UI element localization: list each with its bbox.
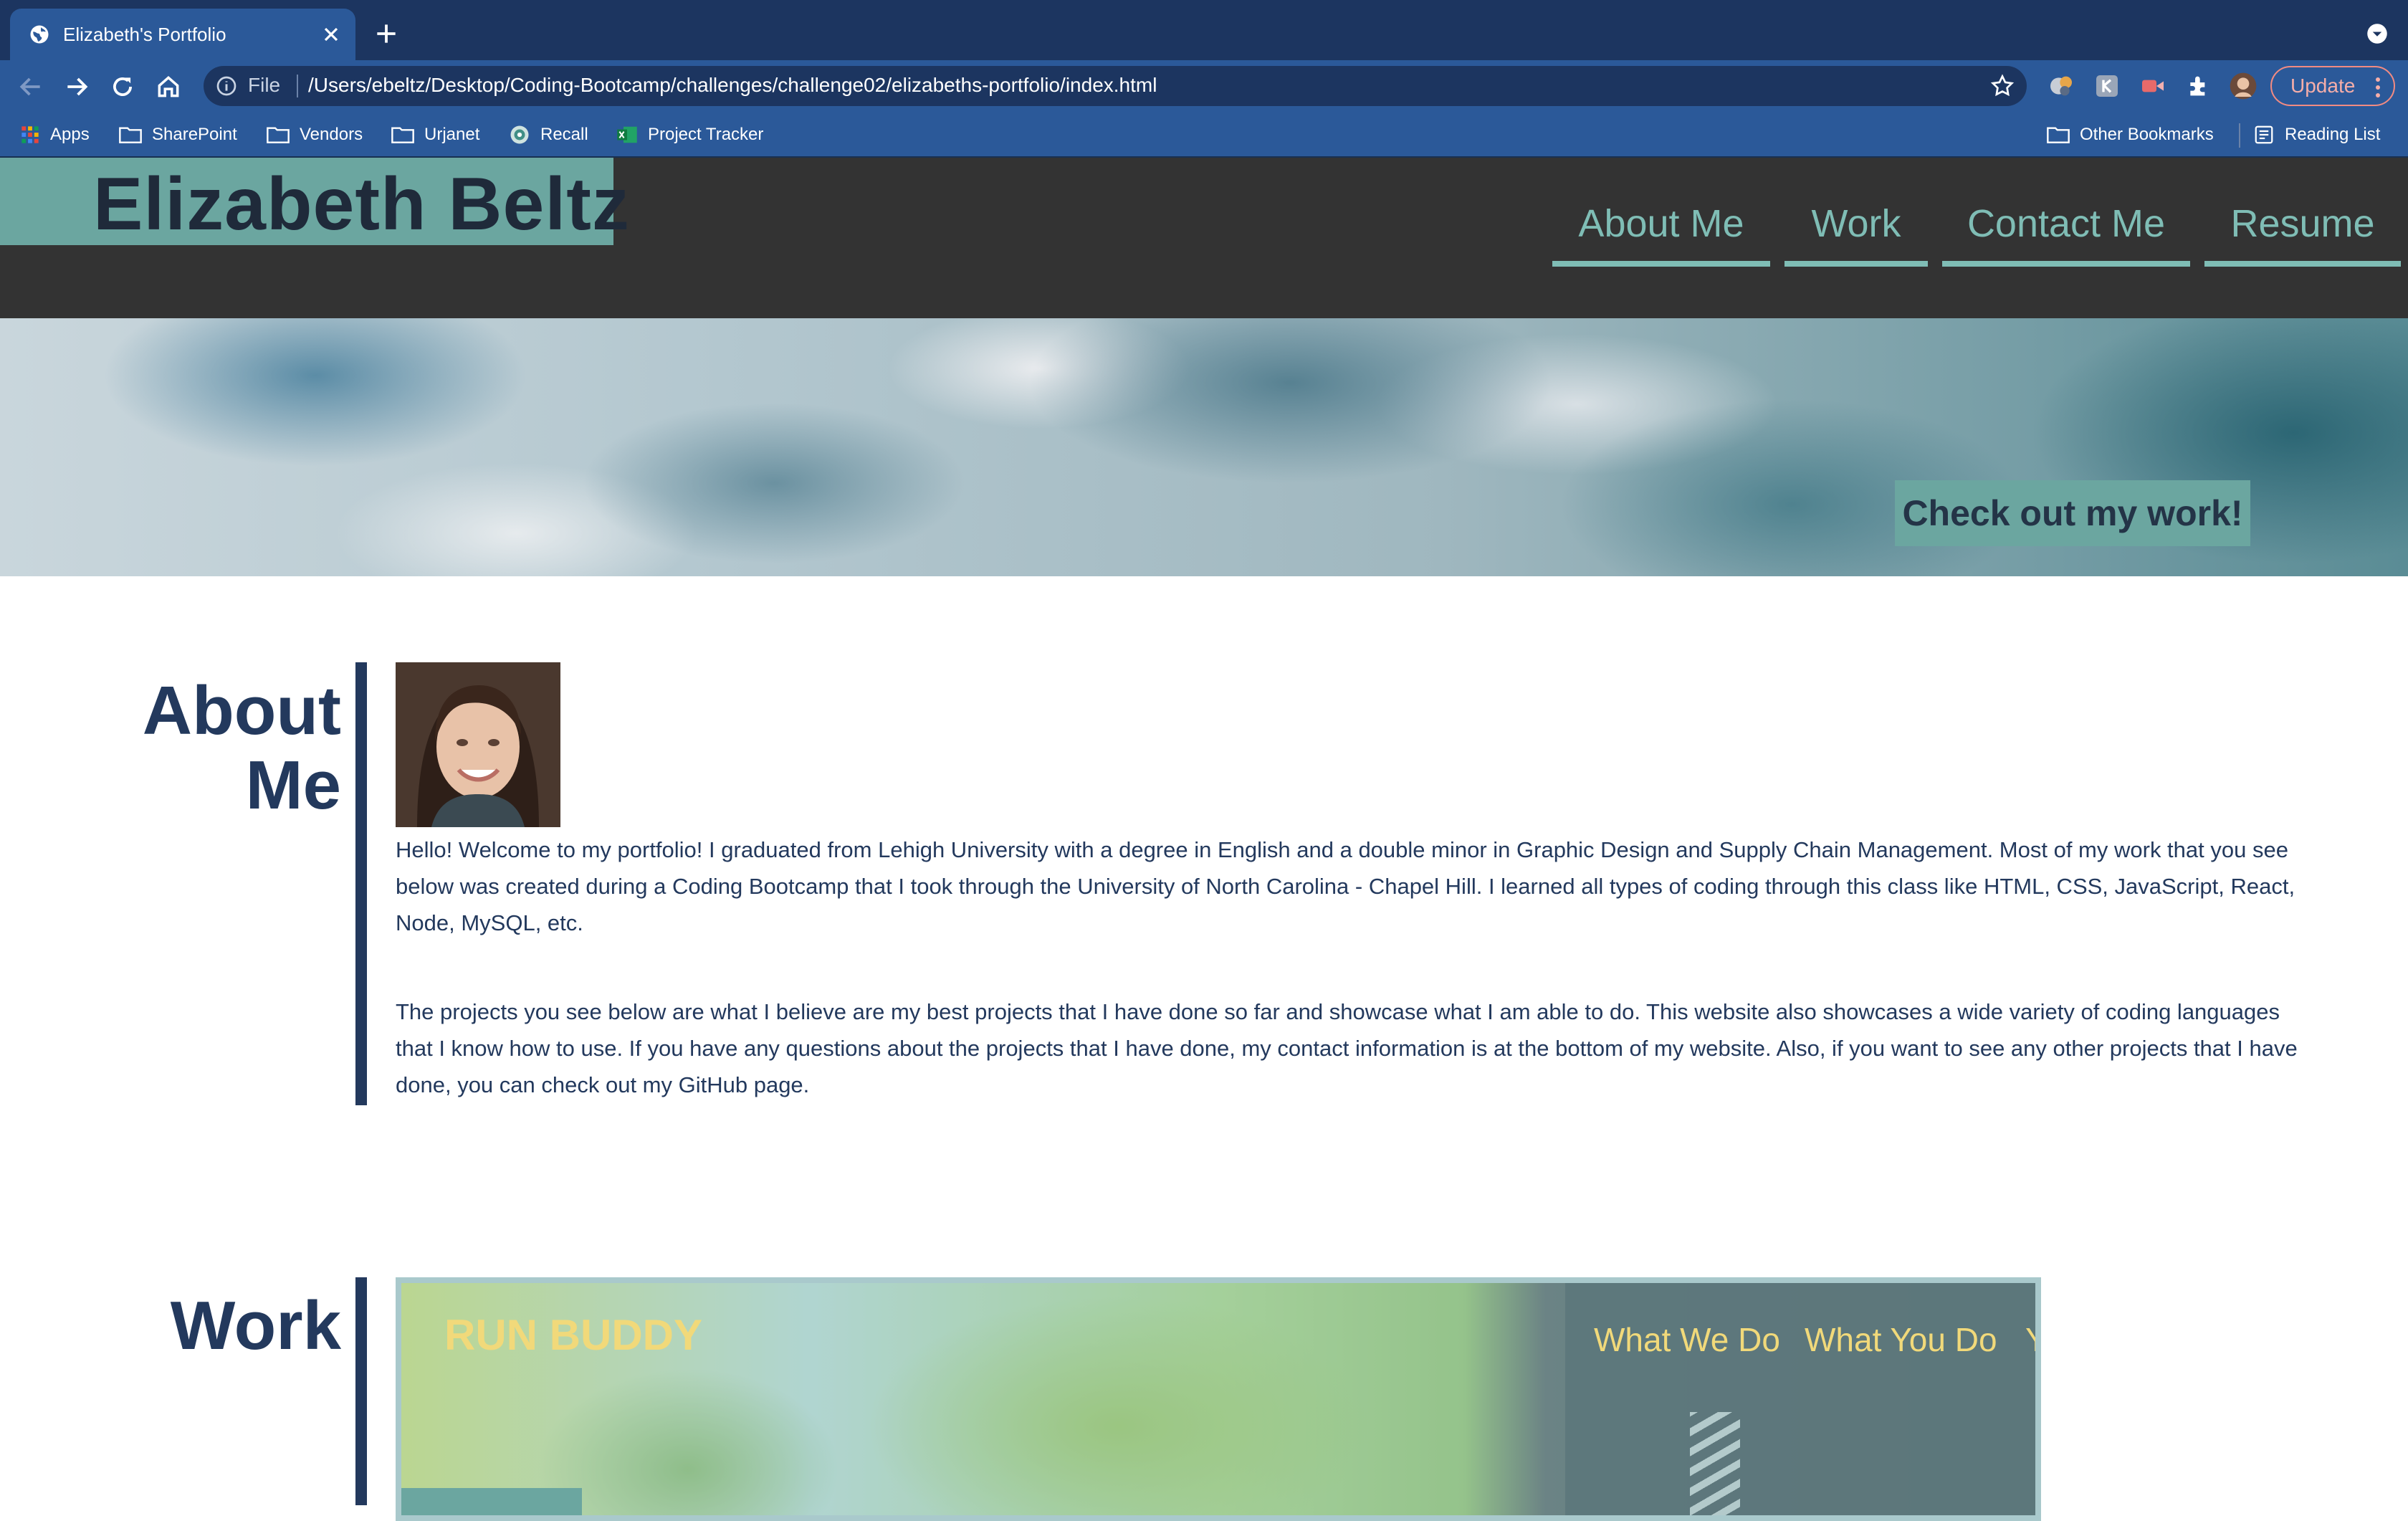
project-label-chip [401, 1488, 582, 1515]
about-paragraph-2: The projects you see below are what I be… [396, 999, 2298, 1097]
excel-icon [617, 126, 637, 143]
about-title: About Me [142, 672, 341, 824]
bookmark-apps[interactable]: Apps [20, 122, 90, 148]
bookmark-label: Vendors [300, 125, 363, 144]
nav-about-me[interactable]: About Me [1552, 195, 1770, 267]
bookmark-label: SharePoint [152, 125, 237, 144]
tab-title: Elizabeth's Portfolio [63, 23, 226, 45]
check-out-work-button[interactable]: Check out my work! [1895, 480, 2250, 546]
about-accent-bar [355, 662, 367, 1105]
about-paragraph-1: Hello! Welcome to my portfolio! I gradua… [396, 837, 2295, 935]
folder-icon [391, 127, 414, 143]
bookmark-label: Apps [50, 125, 90, 144]
menu-dots-icon[interactable] [2375, 76, 2381, 99]
bookmark-sharepoint[interactable]: SharePoint [119, 122, 237, 148]
bookmark-vendors[interactable]: Vendors [267, 122, 363, 148]
home-icon[interactable] [155, 73, 182, 100]
nav-contact-me[interactable]: Contact Me [1942, 195, 2190, 267]
work-accent-bar [355, 1277, 367, 1505]
bookmark-urjanet[interactable]: Urjanet [391, 122, 479, 148]
url-text[interactable]: /Users/ebeltz/Desktop/Coding-Bootcamp/ch… [308, 74, 1157, 97]
tab-search-icon[interactable] [2366, 23, 2388, 44]
update-label: Update [2290, 75, 2356, 97]
globe-icon [30, 25, 49, 44]
forward-icon[interactable] [63, 73, 90, 100]
folder-icon [2047, 127, 2070, 143]
browser-tab[interactable]: Elizabeth's Portfolio [10, 9, 355, 60]
recall-icon [510, 125, 529, 144]
address-bar[interactable]: File /Users/ebeltz/Desktop/Coding-Bootca… [204, 66, 2027, 106]
extension-k-icon[interactable] [2093, 72, 2121, 100]
back-icon[interactable] [17, 73, 44, 100]
profile-photo [396, 662, 560, 827]
project-card-run-buddy[interactable]: RUN BUDDY What We Do What You Do Y [396, 1277, 2041, 1521]
reading-list[interactable]: Reading List [2253, 122, 2380, 148]
reading-list-label: Reading List [2285, 125, 2381, 144]
extension-recorder-icon[interactable] [2139, 72, 2167, 100]
url-separator [297, 75, 298, 97]
project-nav-what-you-do: What You Do [1805, 1321, 1997, 1358]
extension-cookie-icon[interactable] [2047, 72, 2075, 100]
other-bookmarks-label: Other Bookmarks [2080, 125, 2214, 144]
project-logo: RUN BUDDY [444, 1311, 702, 1359]
bookmarks-divider [2239, 123, 2240, 148]
site-name[interactable]: Elizabeth Beltz [93, 162, 630, 247]
profile-avatar-icon[interactable] [2229, 72, 2258, 100]
nav-resume[interactable]: Resume [2204, 195, 2401, 267]
url-scheme-label: File [248, 74, 281, 96]
update-button[interactable]: Update [2270, 66, 2395, 106]
project-nav-what-we-do: What We Do [1594, 1321, 1780, 1358]
new-tab-icon[interactable] [373, 20, 400, 47]
reading-list-icon [2255, 125, 2273, 144]
browser-tabstrip [0, 0, 2408, 60]
extensions-puzzle-icon[interactable] [2184, 72, 2213, 100]
bookmark-star-icon[interactable] [1989, 73, 2015, 99]
reload-icon[interactable] [109, 73, 136, 100]
bookmark-label: Urjanet [424, 125, 480, 144]
bookmark-label: Project Tracker [648, 125, 764, 144]
apps-grid-icon [22, 126, 39, 143]
nav-work[interactable]: Work [1784, 195, 1928, 267]
other-bookmarks[interactable]: Other Bookmarks [2047, 122, 2214, 148]
close-tab-icon[interactable] [320, 23, 343, 46]
bookmark-label: Recall [540, 125, 588, 144]
project-nav-truncated: Y [2025, 1320, 2035, 1359]
work-title: Work [170, 1287, 341, 1364]
info-icon[interactable] [215, 75, 238, 97]
folder-icon [119, 127, 142, 143]
bookmark-recall[interactable]: Recall [509, 122, 588, 148]
bookmark-project-tracker[interactable]: Project Tracker [616, 122, 763, 148]
folder-icon [267, 127, 290, 143]
